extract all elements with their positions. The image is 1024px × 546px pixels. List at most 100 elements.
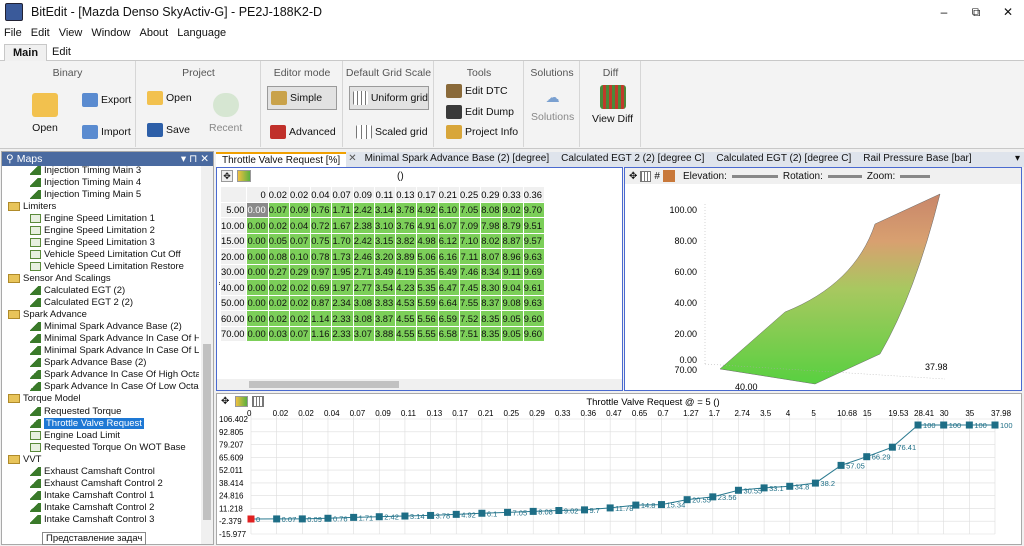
table-cell[interactable]: 8.34 [480,263,503,280]
table-cell[interactable]: 0.72 [310,217,333,234]
surface-plot[interactable]: 100.00 80.00 60.00 40.00 20.00 0.00 70.0… [625,184,1021,390]
tree-item[interactable]: Intake Camshaft Control 3 [30,513,154,525]
doc-tab-spark[interactable]: Minimal Spark Advance Base (2) [degree] [359,152,556,167]
table-cell[interactable]: 2.42 [352,201,375,218]
row-header[interactable]: 60.00 [219,310,248,327]
line-chart[interactable]: Throttle Valve Request @ = 5 () 106.402 92… [217,394,1023,546]
table-cell[interactable]: 4.53 [395,294,418,311]
table-cell[interactable]: 3.78 [395,201,418,218]
table-cell[interactable]: 0.02 [267,294,290,311]
table-cell[interactable]: 5.59 [416,294,439,311]
table-cell[interactable]: 9.05 [501,310,524,327]
tree-item[interactable]: Minimal Spark Advance Base (2) [30,321,182,333]
table-cell[interactable]: 4.92 [416,201,439,218]
data-point[interactable] [888,443,896,451]
column-header[interactable]: 0.33 [501,186,524,203]
data-point[interactable] [991,421,999,429]
table-cell[interactable]: 0.09 [288,201,312,218]
tree-item[interactable]: Engine Speed Limitation 2 [30,224,155,236]
table-cell[interactable]: 9.69 [522,263,545,280]
export-button[interactable]: Export [82,93,131,107]
tab-main[interactable]: Main [4,44,48,62]
table-cell[interactable]: 2.77 [352,279,375,296]
table-cell[interactable]: 3.08 [352,294,375,311]
table-cell[interactable]: 1.73 [331,248,354,265]
table-cell[interactable]: 0.00 [246,232,269,249]
table-cell[interactable]: 3.49 [373,263,397,280]
table-cell[interactable]: 0.03 [267,325,290,342]
table-cell[interactable]: 9.11 [501,263,524,280]
table-cell[interactable]: 8.30 [480,279,503,296]
tree-item[interactable]: Spark Advance In Case Of Low Octane F [30,381,199,393]
table-cell[interactable]: 0.00 [246,325,269,342]
data-point[interactable] [298,515,306,523]
data-point[interactable] [965,421,973,429]
tree-item[interactable]: Exhaust Camshaft Control 2 [30,477,163,489]
table-cell[interactable]: 3.07 [352,325,375,342]
data-point[interactable] [632,501,640,509]
table-cell[interactable]: 6.49 [437,263,460,280]
tree-item[interactable]: Requested Torque On WOT Base [30,441,186,453]
minimize-button[interactable]: – [928,0,960,24]
recent-button[interactable]: Recent [209,93,242,134]
table-cell[interactable]: 9.63 [522,294,545,311]
table-cell[interactable]: 9.05 [501,325,524,342]
table-cell[interactable]: 0.02 [288,279,312,296]
table-cell[interactable]: 3.88 [373,325,397,342]
table-cell[interactable]: 4.55 [395,325,418,342]
tree-item[interactable]: Engine Speed Limitation 3 [30,236,155,248]
table-cell[interactable]: 2.46 [352,248,375,265]
column-header[interactable]: 0.09 [352,186,375,203]
tree-item[interactable]: Intake Camshaft Control 1 [30,489,154,501]
project-open-button[interactable]: Open [147,91,192,105]
data-point[interactable] [657,501,665,509]
table-cell[interactable]: 7.52 [458,310,482,327]
data-point[interactable] [683,496,691,504]
table-cell[interactable]: 9.70 [522,201,545,218]
tree-item[interactable]: Engine Load Limit [30,429,120,441]
scrollbar-thumb[interactable] [203,344,211,520]
tree-item[interactable]: Vehicle Speed Limitation Cut Off [30,248,181,260]
colormap-icon[interactable] [237,170,251,182]
column-header[interactable]: 0.29 [480,186,503,203]
data-point[interactable] [529,507,537,515]
row-header[interactable]: 5.00 [219,201,248,218]
edit-dtc-button[interactable]: Edit DTC [446,84,508,98]
tree-folder[interactable]: Limiters [8,200,56,212]
table-cell[interactable]: 0.00 [246,263,269,280]
table-cell[interactable]: 6.58 [437,325,460,342]
project-info-button[interactable]: Project Info [446,125,518,139]
table-cell[interactable]: 6.16 [437,248,460,265]
table-cell[interactable]: 9.08 [501,294,524,311]
data-point[interactable] [581,506,589,514]
table-cell[interactable]: 0.05 [267,232,290,249]
column-header[interactable]: 0.13 [395,186,418,203]
table-cell[interactable]: 4.23 [395,279,418,296]
table-cell[interactable]: 9.02 [501,201,524,218]
menu-edit[interactable]: Edit [31,27,50,39]
data-point[interactable] [324,514,332,522]
table-cell[interactable]: 1.70 [331,232,354,249]
table-cell[interactable]: 8.35 [480,325,503,342]
table-cell[interactable]: 3.83 [373,294,397,311]
table-cell[interactable]: 9.60 [522,310,545,327]
column-header[interactable]: 0.21 [437,186,460,203]
tree-item[interactable]: Injection Timing Main 5 [30,188,141,200]
table-cell[interactable]: 5.56 [416,310,439,327]
elevation-slider[interactable] [731,174,778,178]
simple-button[interactable]: Simple [267,86,337,110]
tab-edit[interactable]: Edit [44,44,79,62]
table-cell[interactable]: 0.76 [310,201,333,218]
table-cell[interactable]: 9.04 [501,279,524,296]
table-cell[interactable]: 0.02 [267,279,290,296]
table-cell[interactable]: 7.11 [458,248,482,265]
tree-folder[interactable]: VVT [8,453,41,465]
data-point[interactable] [350,513,358,521]
tree-item[interactable]: Exhaust Camshaft Control [30,465,155,477]
tree-item[interactable]: Requested Torque [30,405,121,417]
panel-controls[interactable]: ▾ ⊓ ✕ [181,153,209,165]
tree-folder[interactable]: Sensor And Scalings [8,272,111,284]
data-point[interactable] [606,504,614,512]
tree-scrollbar[interactable] [201,166,213,544]
menu-window[interactable]: Window [91,27,130,39]
